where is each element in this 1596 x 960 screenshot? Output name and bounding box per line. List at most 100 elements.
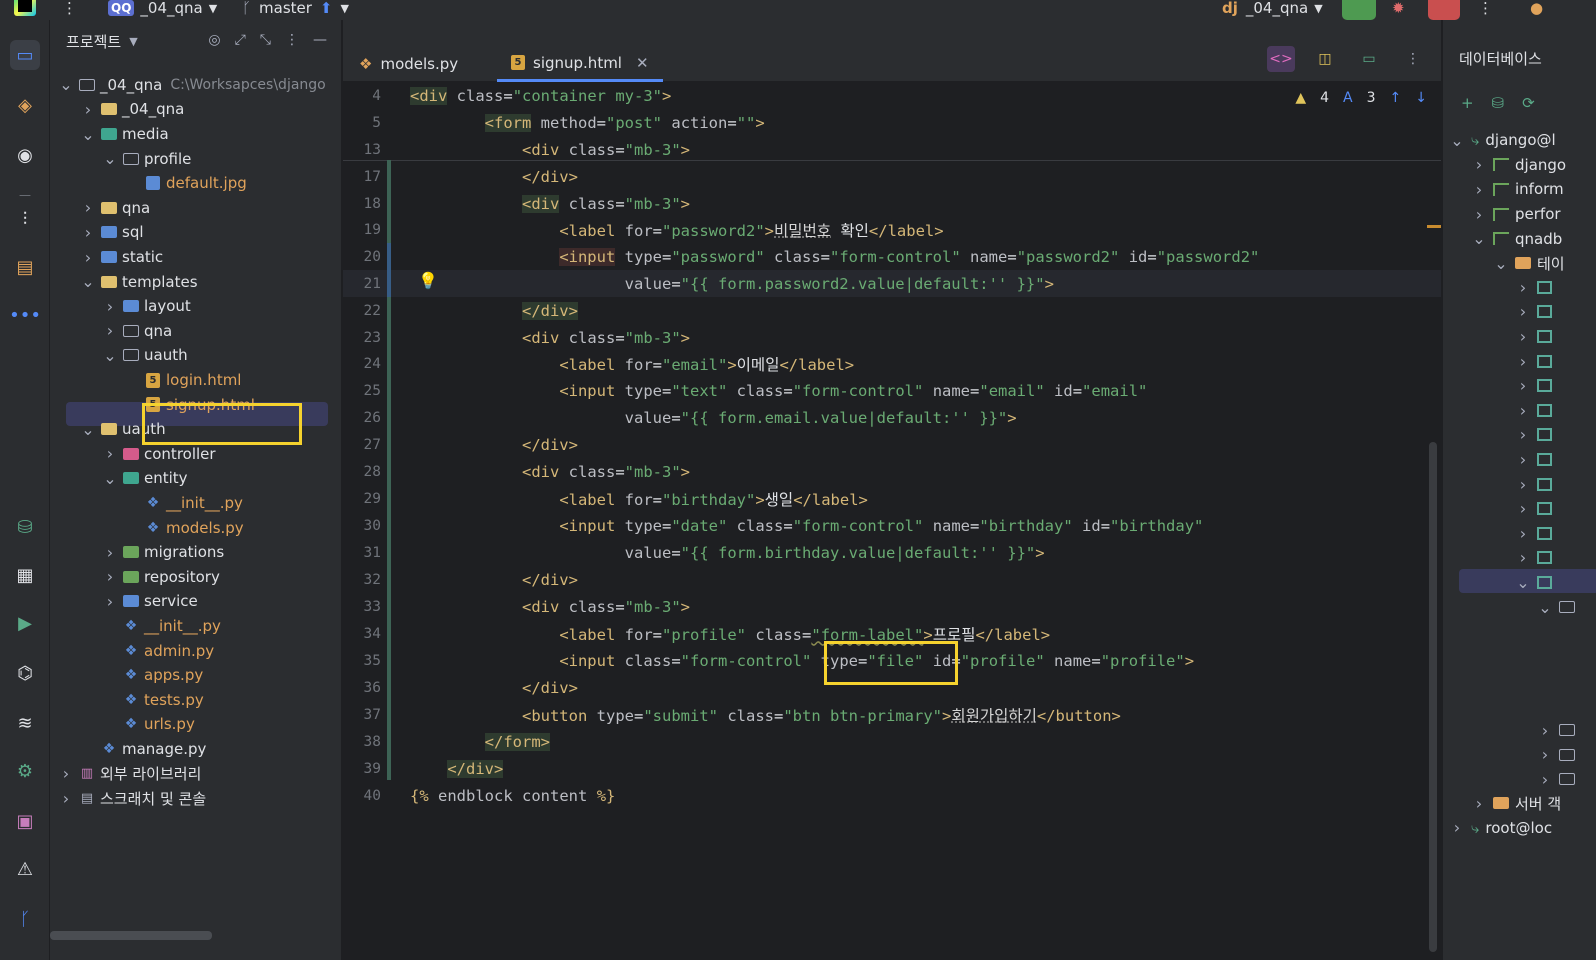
db-tree-item[interactable]: ⌄ ⤷ django@l <box>1449 128 1555 153</box>
preview-icon[interactable]: ▭ <box>1355 46 1383 72</box>
settings-icon[interactable]: ⚙ <box>10 756 40 786</box>
db-table-item[interactable]: › <box>1515 521 1558 546</box>
project-panel-title[interactable]: 프로젝트 <box>66 31 121 52</box>
chevron-right-icon[interactable]: › <box>80 248 96 267</box>
more-tools-icon[interactable]: ••• <box>9 300 41 330</box>
tree-item[interactable]: ⌄ templates <box>80 269 197 294</box>
db-column-item[interactable]: ⌄ <box>1537 595 1575 620</box>
code-line[interactable]: 32 </div> <box>343 566 1441 593</box>
tree-item[interactable]: ❖ models.py <box>124 515 244 540</box>
code-line[interactable]: 13 <div class="mb-3"> <box>343 136 1441 163</box>
tree-item[interactable]: › controller <box>102 442 216 467</box>
chevron-down-icon[interactable]: ⌄ <box>80 272 96 291</box>
tree-item[interactable]: ❖ apps.py <box>102 663 204 688</box>
tree-item[interactable]: ❖ __init__.py <box>124 491 243 516</box>
chevron-right-icon[interactable]: › <box>1515 327 1531 346</box>
chevron-right-icon[interactable]: › <box>1515 524 1531 543</box>
tree-item[interactable]: › _04_qna <box>80 97 185 122</box>
code-line[interactable]: 5 <form method="post" action=""> <box>343 109 1441 136</box>
tree-item[interactable]: ⌄ entity <box>102 466 187 491</box>
tab-models-py[interactable]: ❖ models.py <box>345 46 472 82</box>
chevron-right-icon[interactable]: › <box>1515 548 1531 567</box>
chevron-right-icon[interactable]: › <box>1537 721 1553 740</box>
db-table-item[interactable]: › <box>1515 423 1558 448</box>
code-line[interactable]: 19 <label for="password2">비밀번호 확인</label… <box>343 216 1441 243</box>
inspection-widget[interactable]: ▲ 4 A 3 ↑ ↓ <box>1295 90 1427 106</box>
db-tree-item[interactable]: › django <box>1471 153 1566 178</box>
tree-item[interactable]: ⌄ media <box>80 122 168 147</box>
db-column-item[interactable]: › <box>1537 767 1575 792</box>
tree-item[interactable]: › layout <box>102 294 191 319</box>
excel-icon[interactable]: ▦ <box>10 560 40 590</box>
chevron-right-icon[interactable]: › <box>1515 352 1531 371</box>
tab-options-icon[interactable]: ⋮ <box>1399 46 1427 72</box>
code-line[interactable]: 24 <label for="email">이메일</label> <box>343 350 1441 377</box>
project-view-icon[interactable]: ▭ <box>10 40 40 70</box>
chevron-right-icon[interactable]: › <box>1471 794 1487 813</box>
code-line[interactable]: 29 <label for="birthday">생일</label> <box>343 485 1441 512</box>
options-icon[interactable]: ⋮ <box>285 32 299 48</box>
account-icon[interactable]: ● <box>1530 0 1543 20</box>
tree-item[interactable]: › ▥ 외부 라이브러리 <box>58 761 202 786</box>
tree-item[interactable]: › repository <box>102 565 220 590</box>
chevron-right-icon[interactable]: › <box>1515 450 1531 469</box>
chevron-right-icon[interactable]: › <box>58 789 74 808</box>
code-line[interactable]: 26 value="{{ form.email.value|default:''… <box>343 404 1441 431</box>
locate-icon[interactable]: ◎ <box>208 32 220 48</box>
split-view-icon[interactable]: ◫ <box>1311 46 1339 72</box>
db-tree-item[interactable]: › ⤷ root@loc <box>1449 816 1552 841</box>
expand-all-icon[interactable]: ⤢ <box>235 32 246 48</box>
tree-item[interactable]: › static <box>80 245 163 270</box>
tree-item[interactable]: › migrations <box>102 540 224 565</box>
tree-item[interactable]: ❖ tests.py <box>102 688 204 713</box>
main-menu-icon[interactable]: ⋮ <box>62 0 77 20</box>
code-line[interactable]: 23 <div class="mb-3"> <box>343 324 1441 351</box>
code-line[interactable]: 37 <button type="submit" class="btn btn-… <box>343 701 1441 728</box>
branch-selector[interactable]: ᚴ master ⬆ ▼ <box>242 0 349 20</box>
layers-icon[interactable]: ≋ <box>10 708 40 738</box>
tree-item[interactable]: ⌄ profile <box>102 146 191 171</box>
tree-item[interactable]: ❖ urls.py <box>102 712 195 737</box>
db-table-item[interactable]: ⌄ <box>1515 570 1558 595</box>
next-highlight-icon[interactable]: ↓ <box>1415 90 1427 106</box>
db-table-item[interactable]: › <box>1515 324 1558 349</box>
code-line[interactable]: 31 value="{{ form.birthday.value|default… <box>343 539 1441 566</box>
tree-item[interactable]: › sql <box>80 220 144 245</box>
chevron-right-icon[interactable]: › <box>102 444 118 463</box>
code-line[interactable]: 21 value="{{ form.password2.value|defaul… <box>343 270 1441 297</box>
chevron-right-icon[interactable]: › <box>1515 302 1531 321</box>
chevron-right-icon[interactable]: › <box>80 100 96 119</box>
db-table-item[interactable]: › <box>1515 373 1558 398</box>
db-tree-item[interactable]: ⌄ qnadb <box>1471 226 1562 251</box>
chevron-right-icon[interactable]: › <box>102 297 118 316</box>
add-icon[interactable]: + <box>1461 94 1474 112</box>
debug-icon[interactable]: ✹ <box>1392 0 1405 20</box>
db-tree-item[interactable]: ⌄ 테이 <box>1493 251 1564 276</box>
code-line[interactable]: 39 </div> <box>343 755 1441 782</box>
chevron-right-icon[interactable]: › <box>1471 180 1487 199</box>
chevron-down-icon[interactable]: ⌄ <box>1515 573 1531 592</box>
chevron-right-icon[interactable]: › <box>1537 770 1553 789</box>
chevron-right-icon[interactable]: › <box>1471 205 1487 224</box>
horizontal-scrollbar[interactable] <box>50 931 212 940</box>
chevron-down-icon[interactable]: ⌄ <box>1493 254 1509 273</box>
chevron-right-icon[interactable]: › <box>58 764 74 783</box>
tree-item[interactable]: ❖ __init__.py <box>102 614 221 639</box>
previous-highlight-icon[interactable]: ↑ <box>1390 90 1402 106</box>
chevron-down-icon[interactable]: ⌄ <box>1449 131 1465 150</box>
db-table-item[interactable]: › <box>1515 546 1558 571</box>
chevron-down-icon[interactable]: ⌄ <box>102 346 118 365</box>
tree-item[interactable]: 5 login.html <box>124 368 241 393</box>
chevron-right-icon[interactable]: › <box>102 321 118 340</box>
chevron-right-icon[interactable]: › <box>102 592 118 611</box>
code-line[interactable]: 27 </div> <box>343 431 1441 458</box>
tree-item[interactable]: ❖ manage.py <box>80 737 207 762</box>
chevron-down-icon[interactable]: ⌄ <box>1537 598 1553 617</box>
code-view-icon[interactable]: <> <box>1267 46 1295 72</box>
lightbulb-icon[interactable]: 💡 <box>418 271 438 290</box>
tree-item[interactable]: ❖ admin.py <box>102 638 214 663</box>
chevron-right-icon[interactable]: › <box>102 567 118 586</box>
chevron-right-icon[interactable]: › <box>80 198 96 217</box>
chevron-right-icon[interactable]: › <box>1537 745 1553 764</box>
chevron-right-icon[interactable]: › <box>1515 278 1531 297</box>
